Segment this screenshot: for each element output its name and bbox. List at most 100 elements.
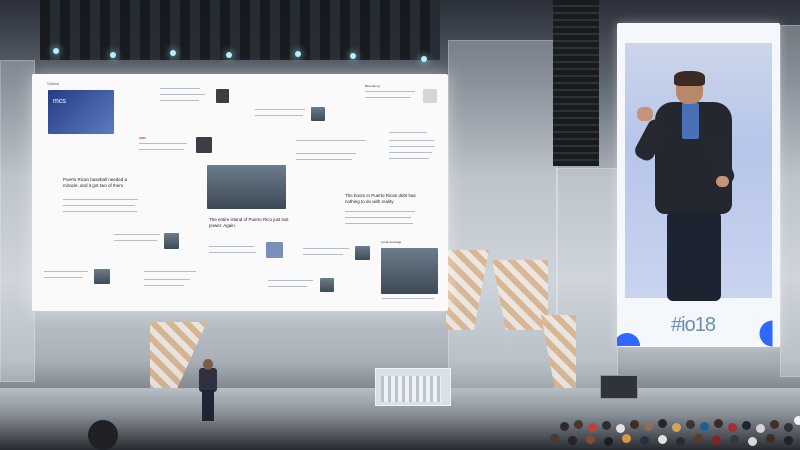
text-line — [44, 271, 88, 272]
audience-member — [748, 437, 757, 446]
text-line — [345, 223, 413, 224]
audience-member — [728, 423, 737, 432]
card-thumbnail — [311, 107, 325, 121]
text-line — [268, 280, 313, 281]
audience-member — [616, 424, 625, 433]
audience-member — [588, 423, 597, 432]
presenter-on-stage — [195, 359, 221, 421]
text-line — [209, 246, 254, 247]
text-line — [160, 88, 200, 89]
text-line — [144, 285, 184, 286]
text-line — [389, 140, 434, 141]
card-thumbnail — [355, 246, 370, 260]
audience-member — [712, 436, 721, 445]
videos-section-label: Videos — [47, 81, 60, 86]
audience-member — [658, 435, 667, 444]
stage-light — [350, 53, 356, 59]
section-label: Local coverage — [381, 240, 402, 244]
main-photo — [207, 165, 286, 209]
presenter-body — [199, 368, 217, 392]
text-line — [160, 94, 205, 95]
text-line — [255, 109, 305, 110]
headline: Puerto Rican baseball needed a miracle, … — [63, 177, 128, 188]
local-coverage-photo — [381, 248, 438, 294]
text-line — [63, 199, 138, 200]
audience-member — [770, 420, 779, 429]
speaker-legs — [667, 211, 721, 301]
audience-member — [622, 434, 631, 443]
io18-logo: #io18 — [671, 314, 716, 336]
audience-member — [686, 420, 695, 429]
text-line — [345, 217, 411, 218]
audience-member — [640, 436, 649, 445]
text-line — [303, 254, 343, 255]
audience-member — [658, 419, 667, 428]
audience-member — [630, 420, 639, 429]
text-line — [160, 100, 199, 101]
stage-light — [226, 52, 232, 58]
video-thumbnail — [48, 90, 114, 134]
source-label: Bloomberg — [365, 84, 380, 88]
text-line — [63, 205, 135, 206]
text-line — [389, 132, 427, 133]
text-line — [114, 234, 160, 235]
card-thumbnail — [94, 269, 110, 284]
audience-member — [602, 421, 611, 430]
camera — [88, 420, 118, 450]
podium-pattern — [381, 376, 441, 402]
card-thumbnail — [216, 89, 229, 103]
text-line — [345, 211, 415, 212]
presenter-head — [203, 359, 213, 370]
audience-member — [560, 422, 569, 431]
text-line — [139, 143, 187, 144]
card-thumbnail — [423, 89, 437, 103]
audience-member — [784, 436, 793, 445]
logo-accent-shape — [617, 333, 640, 346]
headline: The boom in Puerto Rican debt has nothin… — [345, 193, 416, 204]
card-thumbnail — [196, 137, 212, 153]
text-line — [382, 298, 434, 299]
audience-member — [644, 422, 653, 431]
speaker-figure — [632, 59, 747, 301]
audience-member — [676, 437, 685, 446]
text-line — [114, 240, 157, 241]
audience-member — [550, 434, 559, 443]
text-line — [209, 252, 256, 253]
audience-member — [568, 436, 577, 445]
audience-member — [694, 434, 703, 443]
text-line — [389, 152, 432, 153]
text-line — [365, 91, 415, 92]
audience-member — [794, 416, 800, 425]
text-line — [296, 159, 352, 160]
presenter-legs — [202, 390, 214, 421]
text-line — [296, 140, 366, 141]
audience-member — [766, 434, 775, 443]
text-line — [296, 153, 356, 154]
wall-panel — [0, 60, 35, 382]
text-line — [144, 271, 196, 272]
speaker-stack — [553, 0, 599, 166]
text-line — [389, 158, 429, 159]
headline: The entire island of Puerto Rico just lo… — [209, 217, 289, 228]
card-thumbnail — [320, 278, 334, 292]
audience-member — [784, 423, 793, 432]
wall-panel — [448, 40, 558, 395]
audience-member — [672, 423, 681, 432]
text-line — [139, 149, 184, 150]
video-thumbnail-text: mcs — [53, 98, 66, 105]
audience — [540, 378, 800, 450]
card-thumbnail — [164, 233, 179, 249]
stage-light — [421, 56, 427, 62]
source-label: CNN — [139, 136, 146, 140]
text-line — [365, 97, 411, 98]
speaker-hand — [716, 176, 729, 187]
card-thumbnail — [266, 242, 283, 258]
side-screen: #io18 — [617, 23, 780, 347]
text-line — [255, 115, 303, 116]
speaker-hand — [637, 107, 653, 121]
logo-accent-shape — [759, 320, 773, 347]
stage-light — [170, 50, 176, 56]
text-line — [44, 277, 83, 278]
text-line — [389, 146, 435, 147]
stage-light — [295, 51, 301, 57]
